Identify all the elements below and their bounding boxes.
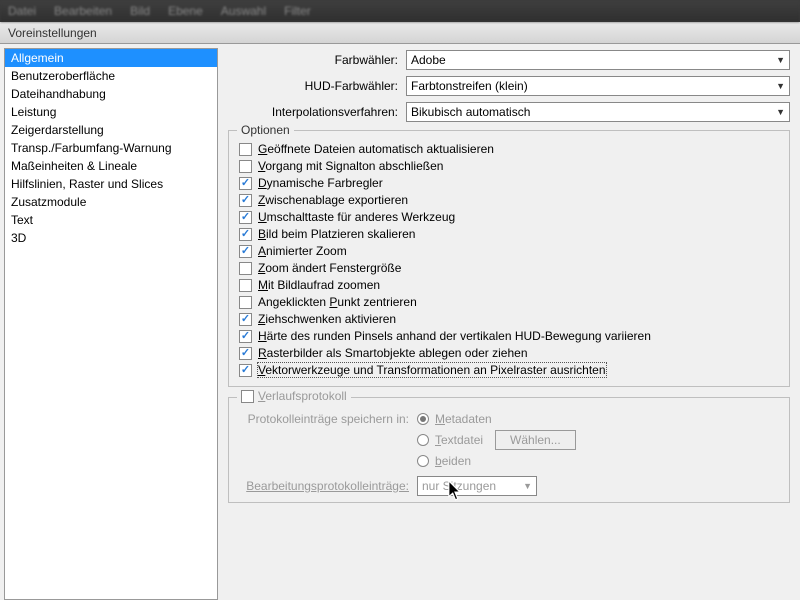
colorpicker-label: Farbwähler:: [228, 53, 398, 67]
interp-row: Interpolationsverfahren: Bikubisch autom…: [228, 102, 790, 122]
history-entries-select[interactable]: nur Sitzungen ▼: [417, 476, 537, 496]
option-13[interactable]: Vektorwerkzeuge und Transformationen an …: [239, 363, 779, 377]
options-fieldset: Optionen Geöffnete Dateien automatisch a…: [228, 130, 790, 387]
history-save-label: Protokolleinträge speichern in:: [239, 412, 409, 426]
option-12[interactable]: Rasterbilder als Smartobjekte ablegen od…: [239, 346, 779, 360]
option-checkbox-4[interactable]: [239, 211, 252, 224]
radio-icon[interactable]: [417, 455, 429, 467]
sidebar-item-10[interactable]: 3D: [5, 229, 217, 247]
dialog-title: Voreinstellungen: [8, 26, 97, 40]
option-label-3: Zwischenablage exportieren: [258, 193, 408, 207]
sidebar-item-6[interactable]: Maßeinheiten & Lineale: [5, 157, 217, 175]
option-2[interactable]: Dynamische Farbregler: [239, 176, 779, 190]
dialog-body: AllgemeinBenutzeroberflächeDateihandhabu…: [0, 44, 800, 600]
option-6[interactable]: Animierter Zoom: [239, 244, 779, 258]
option-0[interactable]: Geöffnete Dateien automatisch aktualisie…: [239, 142, 779, 156]
option-label-6: Animierter Zoom: [258, 244, 347, 258]
option-label-13: Vektorwerkzeuge und Transformationen an …: [258, 363, 606, 377]
hud-label: HUD-Farbwähler:: [228, 79, 398, 93]
sidebar-item-4[interactable]: Zeigerdarstellung: [5, 121, 217, 139]
option-label-10: Ziehschwenken aktivieren: [258, 312, 396, 326]
option-label-8: Mit Bildlaufrad zoomen: [258, 278, 380, 292]
option-label-1: Vorgang mit Signalton abschließen: [258, 159, 443, 173]
option-3[interactable]: Zwischenablage exportieren: [239, 193, 779, 207]
hud-row: HUD-Farbwähler: Farbtonstreifen (klein) …: [228, 76, 790, 96]
option-checkbox-0[interactable]: [239, 143, 252, 156]
option-8[interactable]: Mit Bildlaufrad zoomen: [239, 278, 779, 292]
option-1[interactable]: Vorgang mit Signalton abschließen: [239, 159, 779, 173]
colorpicker-select[interactable]: Adobe ▼: [406, 50, 790, 70]
chevron-down-icon: ▼: [523, 481, 532, 491]
option-checkbox-5[interactable]: [239, 228, 252, 241]
chevron-down-icon: ▼: [776, 81, 785, 91]
sidebar-item-9[interactable]: Text: [5, 211, 217, 229]
preferences-content: Farbwähler: Adobe ▼ HUD-Farbwähler: Farb…: [218, 44, 800, 600]
option-label-7: Zoom ändert Fenstergröße: [258, 261, 401, 275]
sidebar-item-2[interactable]: Dateihandhabung: [5, 85, 217, 103]
option-label-9: Angeklickten Punkt zentrieren: [258, 295, 417, 309]
option-label-12: Rasterbilder als Smartobjekte ablegen od…: [258, 346, 528, 360]
chevron-down-icon: ▼: [776, 55, 785, 65]
option-checkbox-12[interactable]: [239, 347, 252, 360]
option-9[interactable]: Angeklickten Punkt zentrieren: [239, 295, 779, 309]
chevron-down-icon: ▼: [776, 107, 785, 117]
history-radio-1[interactable]: TextdateiWählen...: [417, 430, 576, 450]
options-legend: Optionen: [237, 123, 294, 137]
history-legend[interactable]: Verlaufsprotokoll: [237, 389, 351, 403]
history-entries-label: Bearbeitungsprotokolleinträge:: [246, 479, 409, 493]
dialog-titlebar: Voreinstellungen: [0, 22, 800, 44]
option-checkbox-7[interactable]: [239, 262, 252, 275]
option-10[interactable]: Ziehschwenken aktivieren: [239, 312, 779, 326]
option-11[interactable]: Härte des runden Pinsels anhand der vert…: [239, 329, 779, 343]
option-checkbox-2[interactable]: [239, 177, 252, 190]
option-checkbox-8[interactable]: [239, 279, 252, 292]
option-checkbox-1[interactable]: [239, 160, 252, 173]
interp-label: Interpolationsverfahren:: [228, 105, 398, 119]
option-checkbox-3[interactable]: [239, 194, 252, 207]
history-fieldset: Verlaufsprotokoll Protokolleinträge spei…: [228, 397, 790, 503]
sidebar-item-8[interactable]: Zusatzmodule: [5, 193, 217, 211]
option-label-2: Dynamische Farbregler: [258, 176, 383, 190]
history-radio-0[interactable]: Metadaten: [417, 412, 576, 426]
sidebar-item-1[interactable]: Benutzeroberfläche: [5, 67, 217, 85]
sidebar-item-7[interactable]: Hilfslinien, Raster und Slices: [5, 175, 217, 193]
option-label-5: Bild beim Platzieren skalieren: [258, 227, 415, 241]
option-label-4: Umschalttaste für anderes Werkzeug: [258, 210, 455, 224]
preferences-sidebar: AllgemeinBenutzeroberflächeDateihandhabu…: [4, 48, 218, 600]
option-4[interactable]: Umschalttaste für anderes Werkzeug: [239, 210, 779, 224]
option-checkbox-10[interactable]: [239, 313, 252, 326]
interp-select[interactable]: Bikubisch automatisch ▼: [406, 102, 790, 122]
option-checkbox-11[interactable]: [239, 330, 252, 343]
radio-icon[interactable]: [417, 434, 429, 446]
history-enable-checkbox[interactable]: [241, 390, 254, 403]
option-7[interactable]: Zoom ändert Fenstergröße: [239, 261, 779, 275]
option-5[interactable]: Bild beim Platzieren skalieren: [239, 227, 779, 241]
option-checkbox-13[interactable]: [239, 364, 252, 377]
colorpicker-row: Farbwähler: Adobe ▼: [228, 50, 790, 70]
app-menubar: DateiBearbeitenBildEbeneAuswahlFilter: [0, 0, 800, 22]
option-checkbox-6[interactable]: [239, 245, 252, 258]
history-radio-2[interactable]: beiden: [417, 454, 576, 468]
option-checkbox-9[interactable]: [239, 296, 252, 309]
choose-file-button[interactable]: Wählen...: [495, 430, 576, 450]
sidebar-item-5[interactable]: Transp./Farbumfang-Warnung: [5, 139, 217, 157]
sidebar-item-3[interactable]: Leistung: [5, 103, 217, 121]
hud-select[interactable]: Farbtonstreifen (klein) ▼: [406, 76, 790, 96]
radio-icon[interactable]: [417, 413, 429, 425]
option-label-11: Härte des runden Pinsels anhand der vert…: [258, 329, 651, 343]
sidebar-item-0[interactable]: Allgemein: [5, 49, 217, 67]
option-label-0: Geöffnete Dateien automatisch aktualisie…: [258, 142, 494, 156]
